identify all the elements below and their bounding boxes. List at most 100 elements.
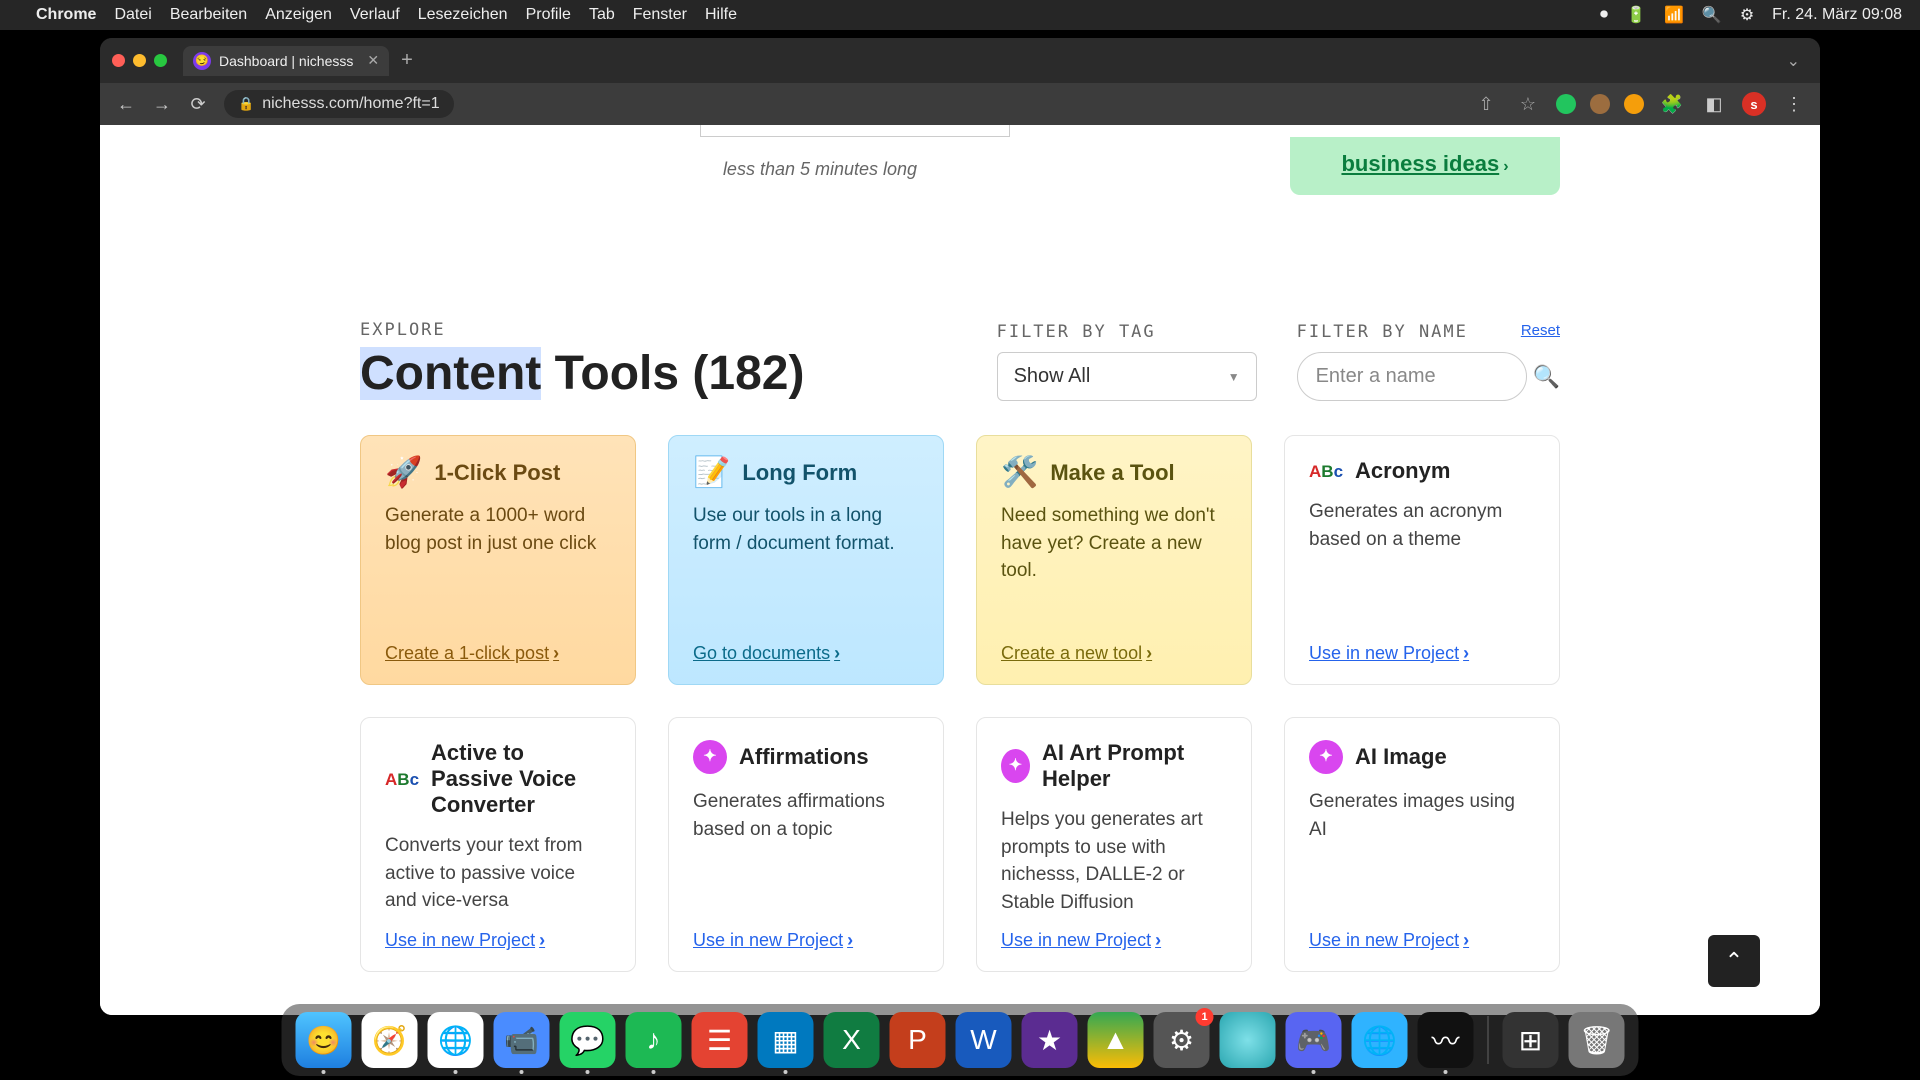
dock-todoist[interactable]: ☰ <box>692 1012 748 1068</box>
dock-voice-memos[interactable]: 〰 <box>1418 1012 1474 1068</box>
menu-history[interactable]: Verlauf <box>350 6 400 24</box>
tool-card[interactable]: ✦AI Image Generates images using AI Use in… <box>1284 717 1560 972</box>
tab-close-icon[interactable]: ✕ <box>367 52 379 69</box>
dock-chrome[interactable]: 🌐 <box>428 1012 484 1068</box>
card-title: Make a Tool <box>1050 460 1174 486</box>
dock-word[interactable]: W <box>956 1012 1012 1068</box>
business-ideas-card[interactable]: business ideas› <box>1290 137 1560 195</box>
tool-card[interactable]: 🚀1-Click PostGenerate a 1000+ word blog … <box>360 435 636 685</box>
card-action-link[interactable]: Create a 1-click post› <box>385 643 611 664</box>
dock-google-drive[interactable]: ▲ <box>1088 1012 1144 1068</box>
reset-filter-link[interactable]: Reset <box>1521 322 1560 339</box>
dock-siri[interactable] <box>1220 1012 1276 1068</box>
forward-button[interactable]: → <box>148 94 176 115</box>
tool-card[interactable]: ✦AffirmationsGenerates affirmations base… <box>668 717 944 972</box>
menubar-app-name[interactable]: Chrome <box>36 6 96 24</box>
card-action-link[interactable]: Go to documents› <box>693 643 919 664</box>
filter-tag-select[interactable]: Show All ▼ <box>997 352 1257 401</box>
menu-edit[interactable]: Bearbeiten <box>170 6 247 24</box>
dock-excel[interactable]: X <box>824 1012 880 1068</box>
tool-card[interactable]: 📝Long FormUse our tools in a long form /… <box>668 435 944 685</box>
tool-card[interactable]: ABcActive to Passive Voice ConverterConv… <box>360 717 636 972</box>
dock-discord[interactable]: 🎮 <box>1286 1012 1342 1068</box>
card-action-text: Go to documents <box>693 643 830 664</box>
menubar-clock[interactable]: Fr. 24. März 09:08 <box>1772 6 1902 24</box>
card-action-link[interactable]: Use in new Project› <box>693 930 919 951</box>
video-thumbnail-partial[interactable] <box>700 125 1010 137</box>
extension-icon-1[interactable] <box>1556 94 1576 114</box>
chrome-menu-icon[interactable]: ⋮ <box>1780 94 1808 115</box>
bookmark-star-icon[interactable]: ☆ <box>1514 94 1542 115</box>
extension-icon-3[interactable] <box>1624 94 1644 114</box>
dock-trash[interactable]: 🗑 <box>1569 1012 1625 1068</box>
dock-imovie[interactable]: ★ <box>1022 1012 1078 1068</box>
search-icon[interactable]: 🔍 <box>1533 364 1560 390</box>
menu-help[interactable]: Hilfe <box>705 6 737 24</box>
chrome-toolbar: ← → ⟳ 🔒 nichesss.com/home?ft=1 ⇧ ☆ 🧩 ◧ s… <box>100 83 1820 125</box>
reload-button[interactable]: ⟳ <box>184 94 212 115</box>
explore-label: EXPLORE <box>360 320 804 340</box>
card-description: Generate a 1000+ word blog post in just … <box>385 502 611 629</box>
menu-profile[interactable]: Profile <box>526 6 571 24</box>
dock-safari[interactable]: 🧭 <box>362 1012 418 1068</box>
menu-window[interactable]: Fenster <box>633 6 687 24</box>
dock-zoom[interactable]: 📹 <box>494 1012 550 1068</box>
dock-powerpoint[interactable]: P <box>890 1012 946 1068</box>
back-button[interactable]: ← <box>112 94 140 115</box>
control-center-icon[interactable]: ⚙ <box>1740 5 1754 25</box>
dock-trello[interactable]: ▦ <box>758 1012 814 1068</box>
screen-record-icon[interactable]: ⏺ <box>1600 6 1608 24</box>
wifi-icon[interactable]: 📶 <box>1664 5 1684 25</box>
filter-name-input[interactable] <box>1297 352 1527 401</box>
menu-bookmarks[interactable]: Lesezeichen <box>418 6 508 24</box>
card-action-link[interactable]: Create a new tool› <box>1001 643 1227 664</box>
dock-mission-control[interactable]: ⊞ <box>1503 1012 1559 1068</box>
business-ideas-link[interactable]: business ideas <box>1341 151 1499 176</box>
tool-card[interactable]: 🛠️Make a ToolNeed something we don't hav… <box>976 435 1252 685</box>
card-header: ABcAcronym <box>1309 458 1535 484</box>
dock-finder[interactable]: 😊 <box>296 1012 352 1068</box>
tool-badge-icon: ✦ <box>1001 749 1030 783</box>
battery-icon[interactable]: 🔋 <box>1626 5 1646 25</box>
chevron-right-icon: › <box>834 643 840 664</box>
window-close-button[interactable] <box>112 54 125 67</box>
card-title: Acronym <box>1355 458 1450 484</box>
new-tab-button[interactable]: + <box>401 49 413 72</box>
tabs-menu-icon[interactable]: ⌄ <box>1787 51 1800 71</box>
menu-file[interactable]: Datei <box>114 6 151 24</box>
scroll-to-top-button[interactable]: ⌃ <box>1708 935 1760 987</box>
extension-icon-2[interactable] <box>1590 94 1610 114</box>
dock-browser-alt[interactable]: 🌐 <box>1352 1012 1408 1068</box>
tool-card[interactable]: ✦AI Art Prompt HelperHelps you generates… <box>976 717 1252 972</box>
dock-spotify[interactable]: ♪ <box>626 1012 682 1068</box>
card-action-link[interactable]: Use in new Project› <box>1001 930 1227 951</box>
share-icon[interactable]: ⇧ <box>1472 94 1500 115</box>
card-description: Generates images using AI <box>1309 788 1535 916</box>
profile-avatar[interactable]: s <box>1742 92 1766 116</box>
dock-whatsapp[interactable]: 💬 <box>560 1012 616 1068</box>
card-action-link[interactable]: Use in new Project› <box>1309 643 1535 664</box>
card-header: ✦AI Art Prompt Helper <box>1001 740 1227 792</box>
window-minimize-button[interactable] <box>133 54 146 67</box>
chrome-tab-strip: 😏 Dashboard | nichesss ✕ + ⌄ <box>100 38 1820 83</box>
tool-badge-icon: ✦ <box>1309 740 1343 774</box>
menu-tab[interactable]: Tab <box>589 6 615 24</box>
card-action-link[interactable]: Use in new Project› <box>385 930 611 951</box>
filter-tag-value: Show All <box>1014 365 1091 388</box>
menu-view[interactable]: Anzeigen <box>265 6 332 24</box>
card-header: ✦AI Image <box>1309 740 1535 774</box>
video-caption: less than 5 minutes long <box>640 159 1000 180</box>
url-text: nichesss.com/home?ft=1 <box>262 95 439 113</box>
tool-card[interactable]: ABcAcronymGenerates an acronym based on … <box>1284 435 1560 685</box>
extensions-puzzle-icon[interactable]: 🧩 <box>1658 94 1686 115</box>
window-fullscreen-button[interactable] <box>154 54 167 67</box>
tool-emoji-icon: 🛠️ <box>1001 458 1038 488</box>
browser-tab[interactable]: 😏 Dashboard | nichesss ✕ <box>183 46 389 76</box>
dock-system-settings[interactable]: ⚙1 <box>1154 1012 1210 1068</box>
address-bar[interactable]: 🔒 nichesss.com/home?ft=1 <box>224 90 454 118</box>
card-description: Generates affirmations based on a topic <box>693 788 919 916</box>
card-action-link[interactable]: Use in new Project› <box>1309 930 1535 951</box>
macos-menubar: Chrome Datei Bearbeiten Anzeigen Verlauf… <box>0 0 1920 30</box>
sidepanel-icon[interactable]: ◧ <box>1700 94 1728 115</box>
spotlight-icon[interactable]: 🔍 <box>1702 5 1722 25</box>
